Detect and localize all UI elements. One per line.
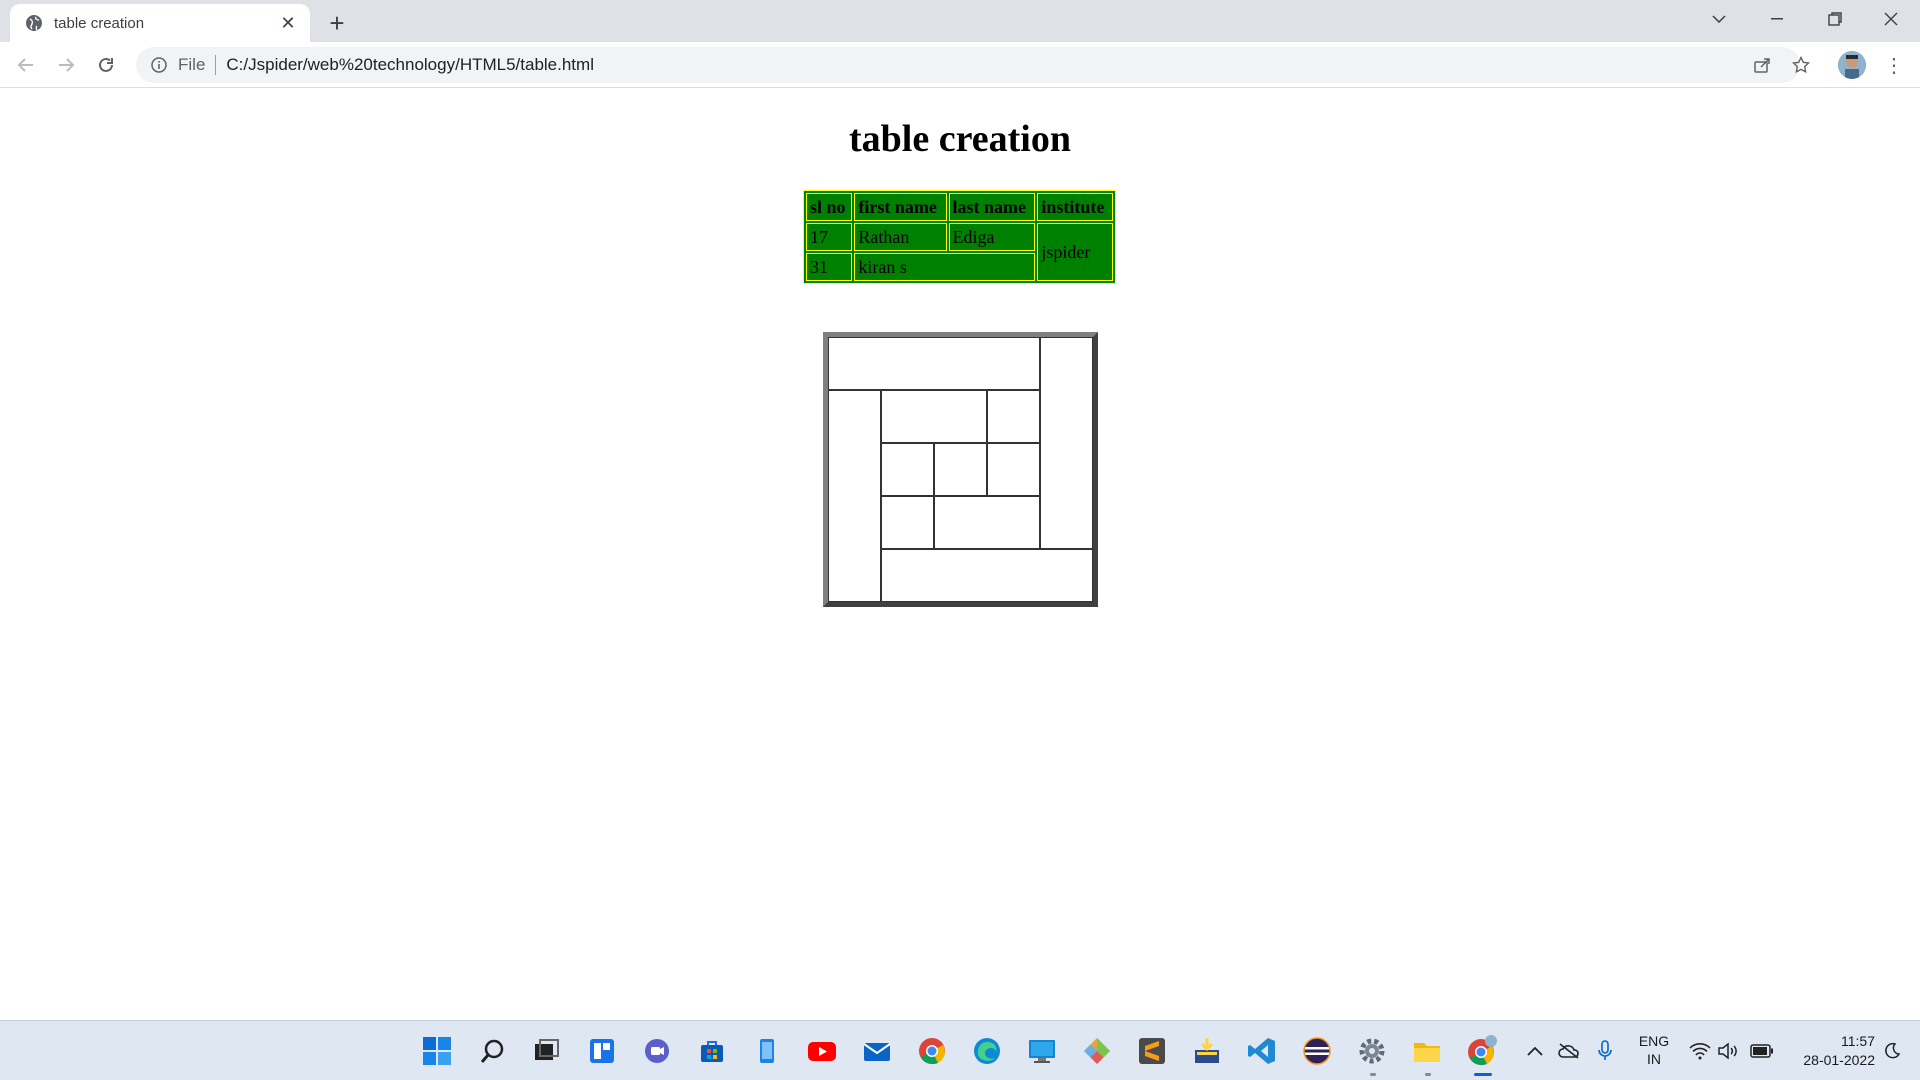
teams-chat-icon[interactable] <box>641 1035 673 1067</box>
address-bar[interactable]: File C:/Jspider/web%20technology/HTML5/t… <box>136 47 1810 83</box>
close-tab-icon[interactable]: ✕ <box>276 11 300 35</box>
clock-date: 28-01-2022 <box>1803 1052 1875 1068</box>
cell-sl-no: 17 <box>806 223 853 251</box>
browser-tab[interactable]: table creation ✕ <box>10 4 310 42</box>
info-icon[interactable] <box>150 56 168 74</box>
settings-gear-icon[interactable] <box>1356 1035 1388 1067</box>
installer-icon[interactable] <box>1191 1035 1223 1067</box>
running-indicator <box>1425 1073 1431 1076</box>
grid-cell <box>987 390 1040 443</box>
edge-icon[interactable] <box>971 1035 1003 1067</box>
windows-start-icon[interactable] <box>421 1035 453 1067</box>
search-icon[interactable] <box>477 1035 509 1067</box>
notifications-moon-icon[interactable] <box>1880 1035 1904 1067</box>
tab-search-icon[interactable] <box>1690 0 1748 38</box>
url-text[interactable]: C:/Jspider/web%20technology/HTML5/table.… <box>226 55 594 75</box>
sublime-text-icon[interactable] <box>1136 1035 1168 1067</box>
widgets-icon[interactable] <box>586 1035 618 1067</box>
page-heading: table creation <box>849 118 1071 160</box>
tab-strip: table creation ✕ + <box>0 0 1920 42</box>
column-header: institute <box>1037 193 1113 221</box>
page-content: table creation sl no first name last nam… <box>0 89 1920 1020</box>
grid-cell <box>828 390 881 602</box>
grid-cell <box>881 496 934 549</box>
profile-avatar[interactable] <box>1838 51 1866 79</box>
table-row: 17 Rathan Ediga jspider <box>806 223 1113 281</box>
volume-icon[interactable] <box>1716 1035 1740 1067</box>
onedrive-offline-icon[interactable] <box>1557 1035 1581 1067</box>
microphone-icon[interactable] <box>1594 1035 1616 1067</box>
wifi-icon[interactable] <box>1688 1035 1712 1067</box>
back-arrow-icon[interactable] <box>10 49 42 81</box>
youtube-icon[interactable] <box>806 1035 838 1067</box>
reload-icon[interactable] <box>90 49 122 81</box>
task-view-icon[interactable] <box>530 1035 562 1067</box>
new-tab-button[interactable]: + <box>322 8 352 38</box>
taskbar: ENG IN 11:57 28-01-2022 <box>0 1020 1920 1080</box>
grid-cell <box>987 443 1040 496</box>
grid-cell <box>934 496 1040 549</box>
clock-time: 11:57 <box>1841 1033 1875 1049</box>
column-header: last name <box>948 193 1036 221</box>
column-header: sl no <box>806 193 853 221</box>
column-header: first name <box>854 193 947 221</box>
grid-cell <box>881 390 987 443</box>
grid-cell <box>1040 337 1093 549</box>
empty-spiral-table <box>823 332 1098 607</box>
grid-cell <box>881 549 1093 602</box>
running-indicator <box>1370 1073 1376 1076</box>
browser-toolbar: File C:/Jspider/web%20technology/HTML5/t… <box>0 42 1920 88</box>
grid-cell <box>881 443 934 496</box>
language-code: ENG <box>1638 1033 1670 1049</box>
file-explorer-icon[interactable] <box>1411 1035 1443 1067</box>
git-icon[interactable] <box>1081 1035 1113 1067</box>
grid-cell <box>828 337 1040 390</box>
battery-icon[interactable] <box>1749 1035 1775 1067</box>
grid-cell <box>934 443 987 496</box>
show-hidden-icons-chevron-icon[interactable] <box>1525 1035 1545 1067</box>
url-separator <box>215 55 217 75</box>
cell-full-name: kiran s <box>854 253 1036 281</box>
mail-icon[interactable] <box>861 1035 893 1067</box>
star-icon[interactable] <box>1791 55 1811 75</box>
chrome-icon[interactable] <box>916 1035 948 1067</box>
cell-sl-no: 31 <box>806 253 853 281</box>
kebab-menu-icon[interactable]: ⋮ <box>1880 51 1908 79</box>
region-code: IN <box>1647 1051 1661 1067</box>
chrome-profile-icon[interactable] <box>1466 1035 1498 1067</box>
active-app-indicator <box>1474 1073 1492 1076</box>
share-icon[interactable] <box>1752 55 1772 75</box>
phone-link-icon[interactable] <box>751 1035 783 1067</box>
globe-icon <box>24 13 44 33</box>
cell-first-name: Rathan <box>854 223 947 251</box>
eclipse-icon[interactable] <box>1301 1035 1333 1067</box>
close-window-icon[interactable] <box>1862 0 1920 38</box>
minimize-icon[interactable] <box>1748 0 1806 38</box>
url-scheme: File <box>178 55 206 74</box>
remote-desktop-icon[interactable] <box>1026 1035 1058 1067</box>
cell-institute: jspider <box>1037 223 1113 281</box>
students-table: sl no first name last name institute 17 … <box>803 190 1116 284</box>
vscode-icon[interactable] <box>1246 1035 1278 1067</box>
language-indicator[interactable]: ENG IN <box>1632 1032 1676 1068</box>
microsoft-store-icon[interactable] <box>696 1035 728 1067</box>
table-header-row: sl no first name last name institute <box>806 193 1113 221</box>
forward-arrow-icon[interactable] <box>50 49 82 81</box>
restore-icon[interactable] <box>1806 0 1864 38</box>
clock[interactable]: 11:57 28-01-2022 <box>1785 1032 1875 1070</box>
cell-last-name: Ediga <box>948 223 1036 251</box>
tab-title: table creation <box>54 14 145 32</box>
